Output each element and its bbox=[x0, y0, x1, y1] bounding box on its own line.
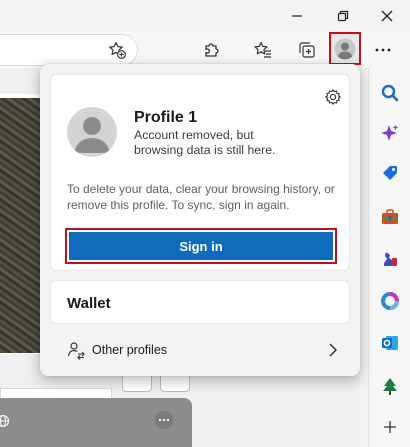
toolbar bbox=[0, 32, 410, 68]
search-icon bbox=[381, 84, 399, 102]
collections-icon bbox=[299, 42, 315, 58]
sidebar bbox=[368, 68, 410, 447]
profile-button[interactable] bbox=[329, 32, 361, 65]
sidebar-item-outlook[interactable] bbox=[377, 330, 403, 356]
globe-icon bbox=[0, 414, 10, 428]
dark-panel bbox=[0, 398, 192, 447]
more-button[interactable] bbox=[368, 35, 398, 65]
tree-icon bbox=[383, 378, 397, 395]
profile-flyout: Profile 1 Account removed, but browsing … bbox=[40, 64, 360, 376]
sidebar-item-tree[interactable] bbox=[377, 374, 403, 400]
games-icon bbox=[384, 252, 397, 266]
person-icon bbox=[334, 38, 356, 59]
add-icon bbox=[384, 421, 396, 433]
sidebar-item-microsoft-365[interactable] bbox=[377, 288, 403, 314]
sign-in-button[interactable]: Sign in bbox=[69, 232, 333, 260]
profile-status: Account removed, but browsing data is st… bbox=[134, 128, 276, 157]
favorites-button[interactable] bbox=[248, 35, 278, 65]
ellipsis-icon bbox=[375, 48, 391, 52]
sidebar-item-search[interactable] bbox=[377, 80, 403, 106]
avatar bbox=[67, 107, 117, 157]
wallet-item[interactable]: Wallet bbox=[50, 280, 350, 324]
restore-button[interactable] bbox=[320, 0, 366, 32]
minimize-button[interactable] bbox=[274, 0, 320, 32]
collections-button[interactable] bbox=[292, 35, 322, 65]
sign-in-highlight: Sign in bbox=[65, 228, 337, 264]
star-list-icon bbox=[254, 41, 271, 58]
star-plus-icon bbox=[109, 41, 126, 59]
minimize-icon bbox=[292, 15, 302, 17]
ellipsis-icon[interactable] bbox=[154, 410, 174, 430]
sidebar-item-shopping[interactable] bbox=[377, 160, 403, 186]
profile-settings-button[interactable] bbox=[323, 87, 343, 107]
gear-icon bbox=[325, 89, 341, 105]
outlook-icon bbox=[382, 336, 398, 350]
microsoft-365-icon bbox=[381, 292, 399, 310]
profile-note: To delete your data, clear your browsing… bbox=[67, 182, 335, 212]
sidebar-item-tools[interactable] bbox=[377, 204, 403, 230]
copilot-icon bbox=[381, 124, 399, 141]
restore-icon bbox=[337, 10, 349, 22]
puzzle-icon bbox=[205, 43, 219, 57]
sidebar-item-add[interactable] bbox=[377, 414, 403, 440]
title-bar bbox=[0, 0, 410, 32]
shopping-tag-icon bbox=[383, 166, 397, 180]
sidebar-item-copilot[interactable] bbox=[377, 120, 403, 146]
close-icon bbox=[381, 10, 393, 22]
person-icon bbox=[74, 117, 110, 153]
other-profiles-item[interactable]: Other profiles bbox=[50, 332, 350, 368]
background-image bbox=[0, 98, 40, 353]
other-profiles-label: Other profiles bbox=[92, 343, 168, 357]
profile-name: Profile 1 bbox=[134, 109, 198, 126]
add-favorite-button[interactable] bbox=[102, 35, 132, 65]
profile-card: Profile 1 Account removed, but browsing … bbox=[50, 74, 350, 271]
tools-icon bbox=[382, 209, 398, 224]
close-button[interactable] bbox=[364, 0, 410, 32]
wallet-label: Wallet bbox=[67, 295, 111, 312]
chevron-right-icon bbox=[329, 343, 338, 357]
people-switch-icon bbox=[67, 342, 85, 360]
extensions-button[interactable] bbox=[197, 35, 227, 65]
sidebar-item-games[interactable] bbox=[377, 246, 403, 272]
